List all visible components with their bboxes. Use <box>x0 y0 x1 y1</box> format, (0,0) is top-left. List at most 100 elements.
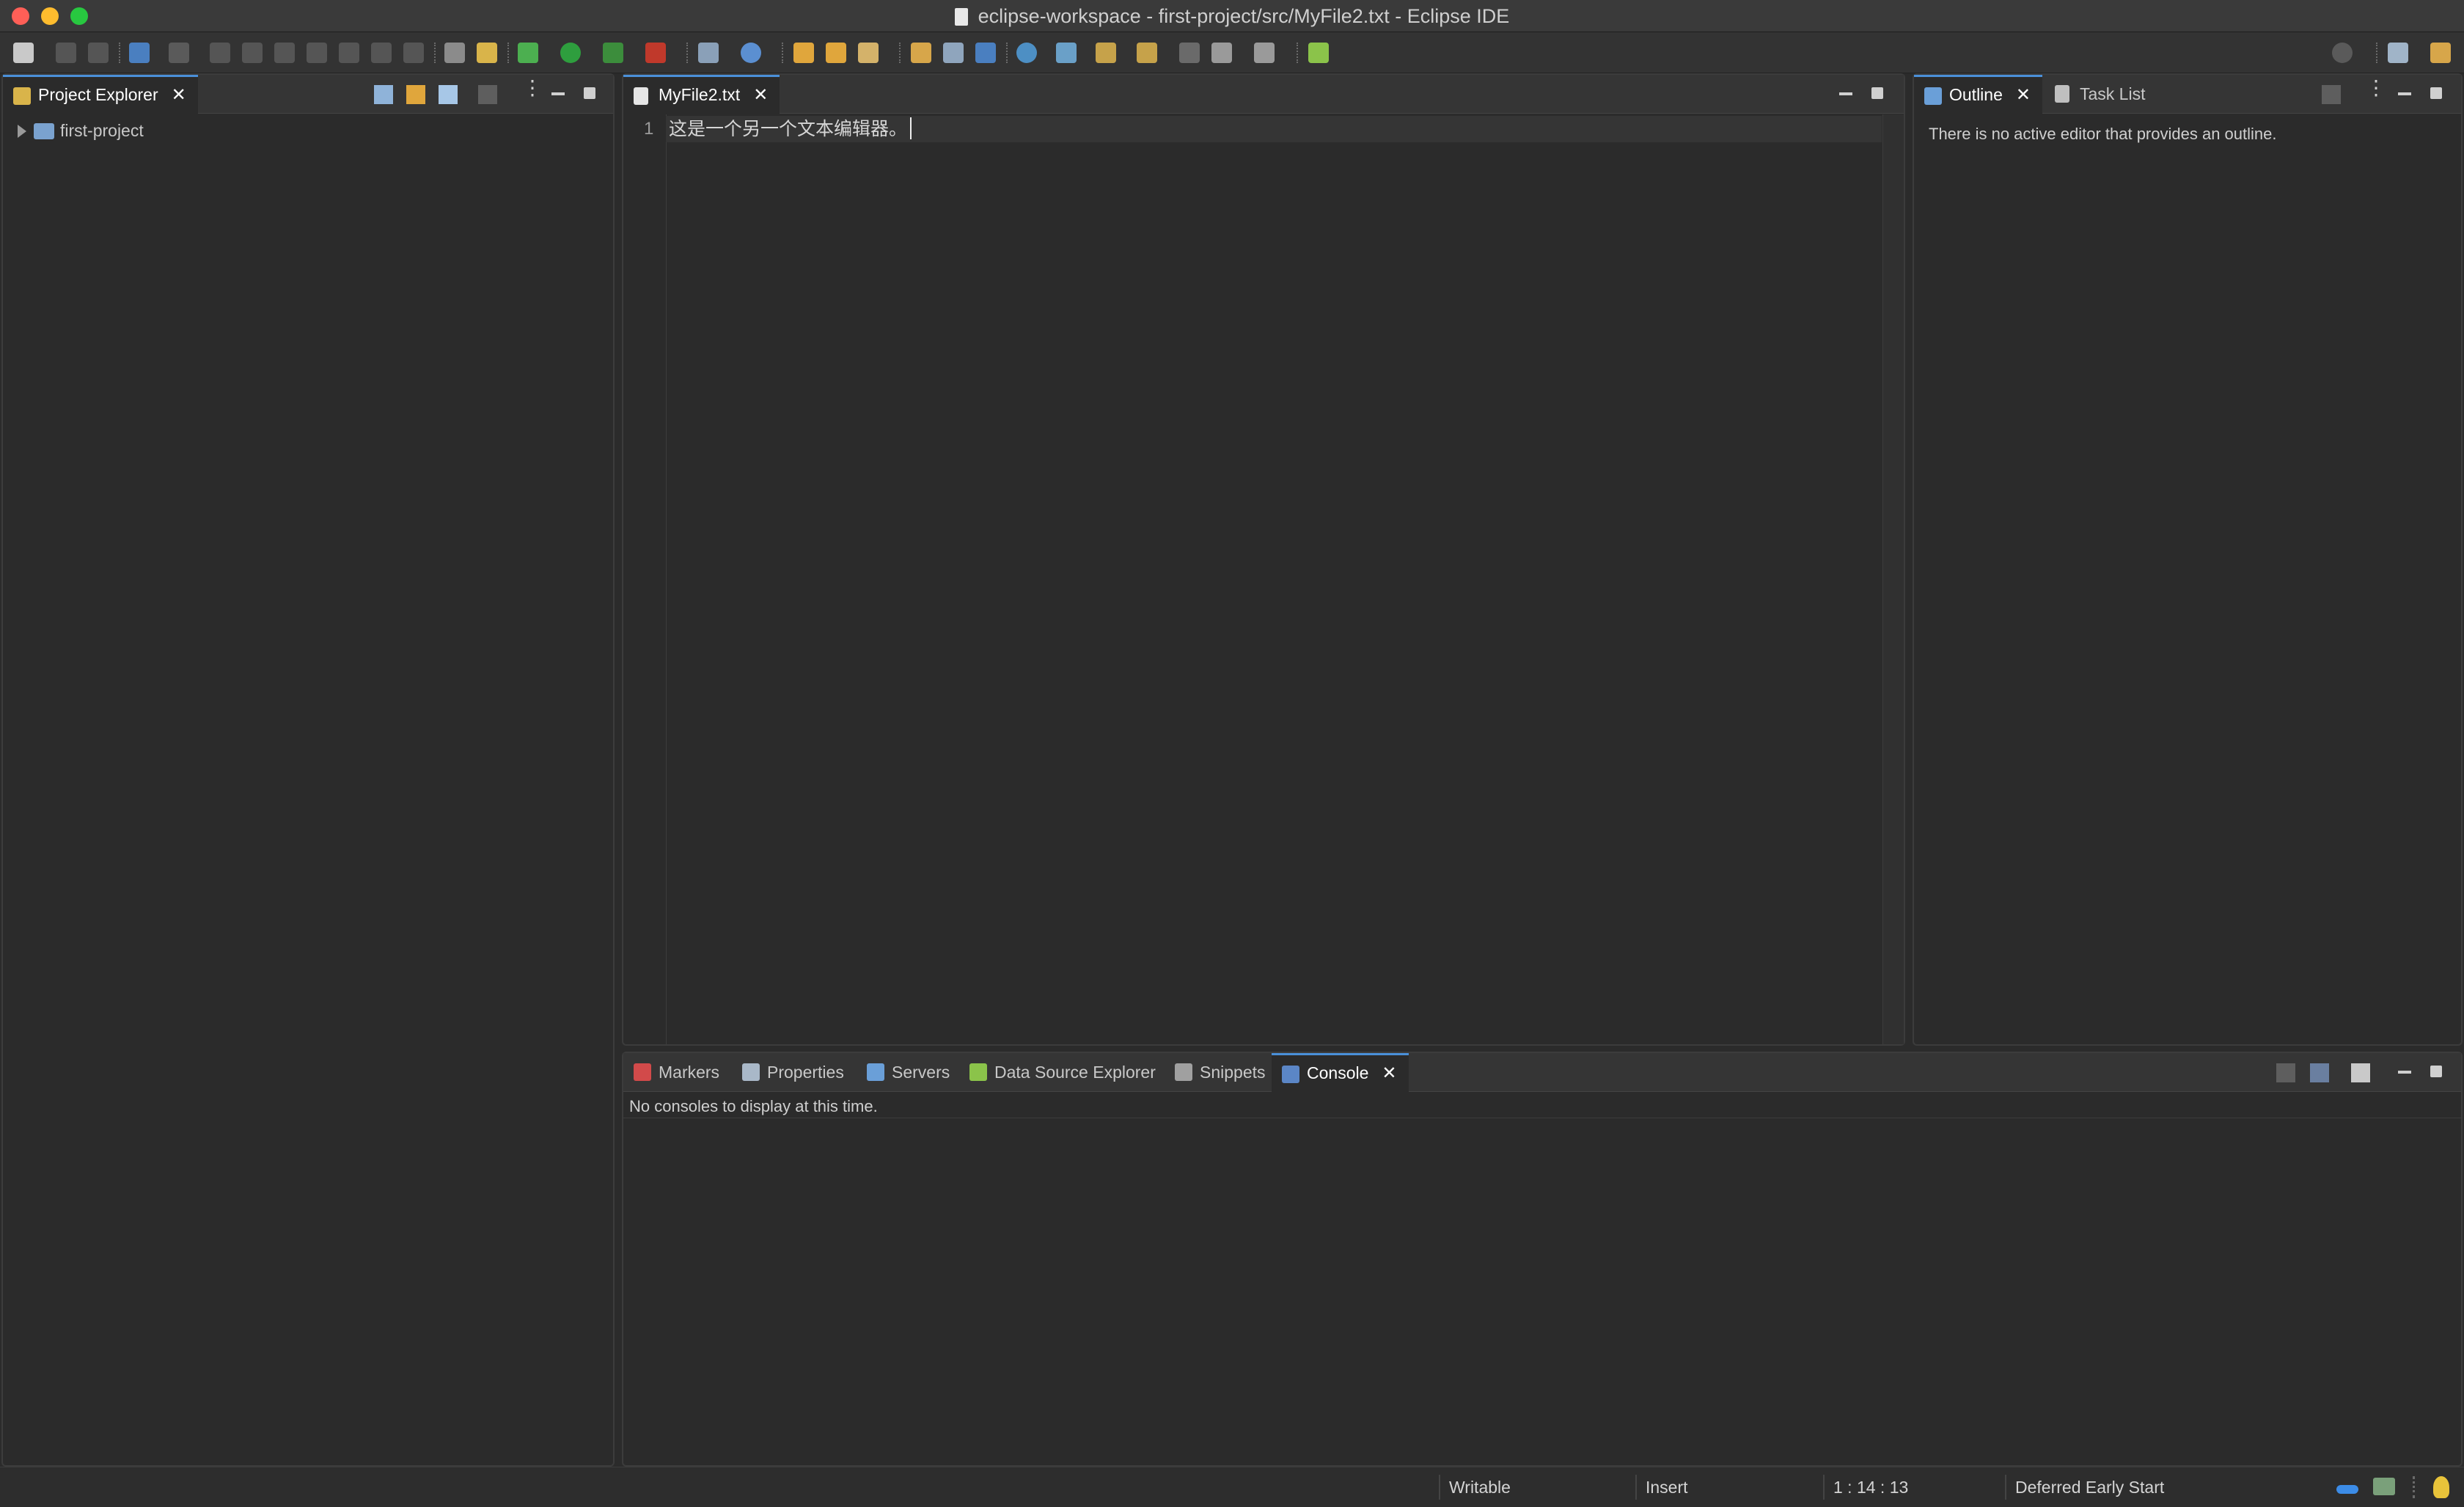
new-wizard-icon[interactable] <box>741 43 761 63</box>
bottom-panel: Markers Properties Servers Data Source E… <box>622 1052 2463 1467</box>
suspend-icon[interactable] <box>242 43 263 63</box>
java-ee-perspective-icon[interactable] <box>2430 43 2451 63</box>
maximize-icon[interactable] <box>1871 87 1883 99</box>
editor-text-area[interactable]: 这是一个另一个文本编辑器。 <box>666 116 1882 142</box>
tab-label: Servers <box>892 1063 950 1082</box>
external-tools-icon[interactable] <box>645 43 666 63</box>
globe-icon[interactable] <box>1016 43 1037 63</box>
maximize-icon[interactable] <box>584 87 595 99</box>
notifications-icon[interactable] <box>2373 1478 2395 1495</box>
collapse-all-icon[interactable] <box>374 85 393 104</box>
pin-console-icon[interactable] <box>2276 1063 2295 1082</box>
progress-icon[interactable] <box>2336 1485 2358 1494</box>
close-icon[interactable]: ✕ <box>172 78 186 113</box>
tab-project-explorer[interactable]: Project Explorer ✕ <box>3 75 198 115</box>
search-task-icon[interactable] <box>858 43 879 63</box>
maximize-icon[interactable] <box>2430 1066 2442 1077</box>
minimize-icon[interactable] <box>2398 92 2411 95</box>
previous-annotation-icon[interactable] <box>1137 43 1157 63</box>
show-whitespace-icon[interactable] <box>975 43 996 63</box>
word-wrap-icon[interactable] <box>911 43 931 63</box>
tab-label: Markers <box>659 1063 720 1082</box>
editor-line-text: 这是一个另一个文本编辑器。 <box>669 119 908 139</box>
back-icon[interactable] <box>1211 43 1232 63</box>
minimize-icon[interactable] <box>2398 1071 2411 1074</box>
editor-scrollbar[interactable] <box>1882 114 1904 1044</box>
tab-label: MyFile2.txt <box>659 85 741 104</box>
lightbulb-icon[interactable] <box>2433 1476 2449 1498</box>
markers-icon <box>634 1063 651 1081</box>
step-into-icon[interactable] <box>339 43 359 63</box>
forward-icon[interactable] <box>1254 43 1275 63</box>
open-folder-icon[interactable] <box>793 43 814 63</box>
skip-breakpoints-icon[interactable] <box>169 43 189 63</box>
tab-label: Data Source Explorer <box>994 1063 1156 1082</box>
tab-properties[interactable]: Properties <box>732 1053 853 1091</box>
disconnect-icon[interactable] <box>307 43 327 63</box>
tab-myfile2[interactable]: MyFile2.txt ✕ <box>623 75 780 115</box>
save-icon[interactable] <box>56 43 76 63</box>
display-console-icon[interactable] <box>2310 1063 2329 1082</box>
task-list-icon <box>2055 85 2069 103</box>
close-icon[interactable]: ✕ <box>753 78 768 113</box>
resume-icon[interactable] <box>210 43 230 63</box>
status-insert-mode[interactable]: Insert <box>1646 1467 1688 1507</box>
toolbar-separator <box>507 43 511 63</box>
outline-tabbar: Outline ✕ Task List ⋮ <box>1914 75 2461 115</box>
tab-servers[interactable]: Servers <box>857 1053 958 1091</box>
tab-outline[interactable]: Outline ✕ <box>1914 75 2042 115</box>
next-annotation-icon[interactable] <box>1096 43 1116 63</box>
new-icon[interactable] <box>13 43 34 63</box>
toolbar-separator <box>434 43 438 63</box>
open-type-icon[interactable] <box>826 43 846 63</box>
expand-arrow-icon[interactable] <box>18 125 26 138</box>
editor-panel: MyFile2.txt ✕ 1 这是一个另一个文本编辑器。 <box>622 73 1905 1046</box>
status-cursor-position[interactable]: 1 : 14 : 13 <box>1833 1467 1908 1507</box>
window-title-text: eclipse-workspace - first-project/src/My… <box>978 5 1510 27</box>
run-coverage-icon[interactable] <box>603 43 623 63</box>
tab-snippets[interactable]: Snippets <box>1165 1053 1275 1091</box>
pin-editor-icon[interactable] <box>1308 43 1329 63</box>
annotation-icon[interactable] <box>1056 43 1077 63</box>
open-console-icon[interactable] <box>2351 1063 2370 1082</box>
data-source-icon <box>969 1063 987 1081</box>
terminal-icon[interactable] <box>129 43 150 63</box>
close-icon[interactable]: ✕ <box>1382 1056 1396 1091</box>
focus-icon[interactable] <box>478 85 497 104</box>
maximize-icon[interactable] <box>2430 87 2442 99</box>
filter-icon[interactable] <box>439 85 458 104</box>
open-perspective-icon[interactable] <box>2388 43 2408 63</box>
tab-markers[interactable]: Markers <box>623 1053 728 1091</box>
search-icon[interactable] <box>2332 43 2353 63</box>
text-cursor <box>910 117 912 139</box>
view-menu-icon[interactable]: ⋮ <box>2366 78 2386 104</box>
toolbar-separator <box>1297 43 1300 63</box>
block-selection-icon[interactable] <box>943 43 964 63</box>
tree-item-first-project[interactable]: first-project <box>18 117 144 144</box>
line-number: 1 <box>644 119 654 139</box>
status-bar: Writable Insert 1 : 14 : 13 Deferred Ear… <box>0 1467 2464 1506</box>
view-menu-icon[interactable]: ⋮ <box>522 78 543 104</box>
focus-icon[interactable] <box>2322 85 2341 104</box>
step-over-icon[interactable] <box>371 43 392 63</box>
close-icon[interactable]: ✕ <box>2016 78 2031 113</box>
run-icon[interactable] <box>560 43 581 63</box>
tab-console[interactable]: Console ✕ <box>1272 1053 1409 1093</box>
minimize-icon[interactable] <box>551 92 565 95</box>
terminate-icon[interactable] <box>274 43 295 63</box>
properties-icon <box>742 1063 760 1081</box>
new-server-icon[interactable] <box>698 43 719 63</box>
step-return-icon[interactable] <box>403 43 424 63</box>
last-edit-location-icon[interactable] <box>1179 43 1200 63</box>
tab-data-source-explorer[interactable]: Data Source Explorer <box>959 1053 1165 1091</box>
link-with-editor-icon[interactable] <box>406 85 425 104</box>
save-all-icon[interactable] <box>88 43 109 63</box>
snippets-icon <box>1175 1063 1192 1081</box>
toggle-icon[interactable] <box>477 43 497 63</box>
use-step-filters-icon[interactable] <box>444 43 465 63</box>
status-writable: Writable <box>1449 1478 1511 1497</box>
tab-task-list[interactable]: Task List <box>2045 75 2157 113</box>
debug-icon[interactable] <box>518 43 538 63</box>
minimize-icon[interactable] <box>1839 92 1852 95</box>
toolbar-separator <box>119 43 122 63</box>
